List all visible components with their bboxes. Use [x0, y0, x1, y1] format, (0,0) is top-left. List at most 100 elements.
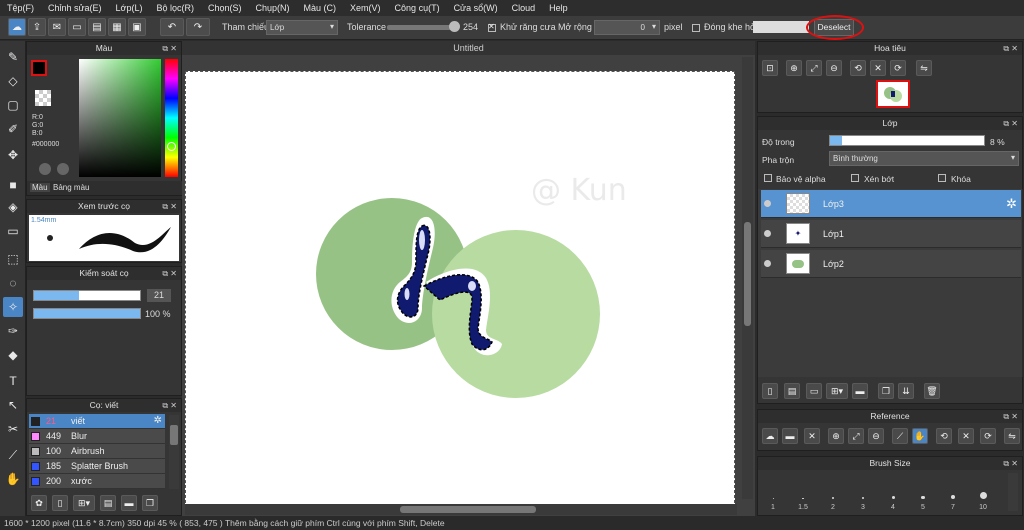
- brush-item[interactable]: 21 viết ✲: [29, 414, 165, 429]
- brush-size-option[interactable]: 3: [848, 471, 878, 511]
- brush-size-bar[interactable]: [33, 290, 141, 301]
- brush-item[interactable]: 185 Splatter Brush: [29, 459, 165, 474]
- reference-hand-icon[interactable]: ✋: [912, 428, 928, 444]
- layer-row[interactable]: Lớp2: [761, 250, 1021, 278]
- brush-opacity-bar[interactable]: [33, 308, 141, 319]
- menu-color[interactable]: Màu (C): [297, 3, 344, 13]
- menu-view[interactable]: Xem(V): [343, 3, 388, 13]
- new-page-icon[interactable]: ▭: [68, 18, 86, 36]
- reference-close-icon[interactable]: ✕: [804, 428, 820, 444]
- move-tool-icon[interactable]: ✥: [3, 145, 23, 165]
- visibility-icon[interactable]: [764, 260, 771, 267]
- undo-icon[interactable]: ↶: [160, 18, 184, 36]
- canvas-vertical-scrollbar[interactable]: [742, 57, 753, 499]
- reference-select[interactable]: Lớp: [266, 20, 338, 35]
- brush-size-option[interactable]: 4: [878, 471, 908, 511]
- blend-mode-select[interactable]: Bình thường: [829, 151, 1019, 166]
- canvas-horizontal-scroll-thumb[interactable]: [400, 506, 536, 513]
- reference-flip-icon[interactable]: ⇋: [1004, 428, 1020, 444]
- cloud-icon[interactable]: ☁: [8, 18, 26, 36]
- layer-row[interactable]: ✦ Lớp1: [761, 220, 1021, 248]
- menu-edit[interactable]: Chỉnh sửa(E): [41, 3, 109, 13]
- panel-controls-icon[interactable]: ⧉ ✕: [162, 267, 177, 280]
- grid-icon[interactable]: ▦: [108, 18, 126, 36]
- gear-icon[interactable]: ✲: [1006, 196, 1017, 212]
- panel-controls-icon[interactable]: ⧉ ✕: [1003, 410, 1018, 423]
- brush-item[interactable]: 449 Blur: [29, 429, 165, 444]
- export-icon[interactable]: ⇪: [28, 18, 46, 36]
- brush-settings-icon[interactable]: ✿: [31, 495, 47, 511]
- reference-eyedropper-icon[interactable]: ⟋: [892, 428, 908, 444]
- brush-size-value[interactable]: 21: [147, 289, 171, 302]
- brush-list-scrollbar[interactable]: [169, 415, 179, 489]
- new-layer-icon[interactable]: ▯: [762, 383, 778, 399]
- brush-item[interactable]: 200 xước: [29, 474, 165, 489]
- menu-help[interactable]: Help: [542, 3, 575, 13]
- brush-size-option[interactable]: 7: [938, 471, 968, 511]
- add-layer-menu-icon[interactable]: ⊞▾: [826, 383, 848, 399]
- folder-icon[interactable]: ▬: [121, 495, 137, 511]
- lasso-tool-icon[interactable]: ◌: [3, 273, 23, 293]
- reference-fit-icon[interactable]: ⤢: [848, 428, 864, 444]
- brush-size-option[interactable]: 2: [818, 471, 848, 511]
- brush-size-option[interactable]: 1.5: [788, 471, 818, 511]
- layer-row[interactable]: Lớp3 ✲: [761, 190, 1021, 218]
- color-picker-square[interactable]: [79, 59, 161, 177]
- panel-controls-icon[interactable]: ⧉ ✕: [162, 399, 177, 412]
- select-pen-tool-icon[interactable]: ✑: [3, 321, 23, 341]
- reference-cloud-icon[interactable]: ☁: [762, 428, 778, 444]
- brush-size-option[interactable]: 10: [968, 471, 998, 511]
- panel-controls-icon[interactable]: ⧉ ✕: [1003, 457, 1018, 470]
- navigator-thumbnail[interactable]: [876, 80, 910, 108]
- panel-controls-icon[interactable]: ⧉ ✕: [162, 42, 177, 55]
- brush-size-option[interactable]: 1: [758, 471, 788, 511]
- text-tool-icon[interactable]: T: [3, 371, 23, 391]
- reset-rotation-icon[interactable]: ✕: [870, 60, 886, 76]
- eyedropper-tool-icon[interactable]: ⟋: [3, 445, 23, 465]
- menu-tools[interactable]: Công cụ(T): [388, 3, 447, 13]
- pen-tool-icon[interactable]: ✐: [3, 119, 23, 139]
- menu-window[interactable]: Cửa sổ(W): [447, 3, 505, 13]
- hand-tool-icon[interactable]: ✋: [3, 469, 23, 489]
- protect-alpha-checkbox[interactable]: [764, 174, 772, 182]
- panel-controls-icon[interactable]: ⧉ ✕: [1003, 117, 1018, 130]
- magic-wand-tool-icon[interactable]: ✧: [3, 297, 23, 317]
- close-gap-checkbox[interactable]: [692, 24, 700, 32]
- zoom-fit-icon[interactable]: ⊡: [762, 60, 778, 76]
- reference-zoom-out-icon[interactable]: ⊖: [868, 428, 884, 444]
- close-gap-slider[interactable]: [753, 21, 809, 33]
- new-halftone-layer-icon[interactable]: ▤: [784, 383, 800, 399]
- brush-size-option[interactable]: 5: [908, 471, 938, 511]
- select-eraser-tool-icon[interactable]: ◆: [3, 345, 23, 365]
- layer-folder-icon[interactable]: ▬: [852, 383, 868, 399]
- visibility-icon[interactable]: [764, 230, 771, 237]
- palette-icon[interactable]: [39, 163, 51, 175]
- gear-icon[interactable]: ✲: [154, 415, 162, 426]
- clipping-checkbox[interactable]: [851, 174, 859, 182]
- fit-window-icon[interactable]: ⤢: [806, 60, 822, 76]
- canvas-horizontal-scrollbar[interactable]: [185, 504, 737, 515]
- panel-controls-icon[interactable]: ⧉ ✕: [1003, 42, 1018, 55]
- menu-cloud[interactable]: Cloud: [505, 3, 543, 13]
- reference-open-icon[interactable]: ▬: [782, 428, 798, 444]
- brush-list-scroll-thumb[interactable]: [170, 425, 178, 445]
- page-icon[interactable]: ▤: [88, 18, 106, 36]
- expand-select[interactable]: 0: [594, 20, 660, 35]
- gradient-tool-icon[interactable]: ▭: [3, 221, 23, 241]
- reference-reset-icon[interactable]: ✕: [958, 428, 974, 444]
- delete-layer-icon[interactable]: 🗑: [924, 383, 940, 399]
- layer-opacity-bar[interactable]: [829, 135, 985, 146]
- zoom-in-icon[interactable]: ⊕: [786, 60, 802, 76]
- canvas-vertical-scroll-thumb[interactable]: [744, 222, 751, 326]
- color-history-icon[interactable]: [57, 163, 69, 175]
- menu-filter[interactable]: Bộ lọc(R): [149, 3, 201, 13]
- redo-icon[interactable]: ↷: [186, 18, 210, 36]
- visibility-icon[interactable]: [764, 200, 771, 207]
- menu-layer[interactable]: Lớp(L): [109, 3, 150, 13]
- reference-rotate-right-icon[interactable]: ⟳: [980, 428, 996, 444]
- brush-item[interactable]: 100 Airbrush: [29, 444, 165, 459]
- brush-size-scrollbar[interactable]: [1008, 473, 1018, 511]
- document-canvas[interactable]: @ Kun: [185, 71, 735, 513]
- add-brush-icon[interactable]: ⊞▾: [73, 495, 95, 511]
- document-tab[interactable]: Untitled: [182, 41, 755, 55]
